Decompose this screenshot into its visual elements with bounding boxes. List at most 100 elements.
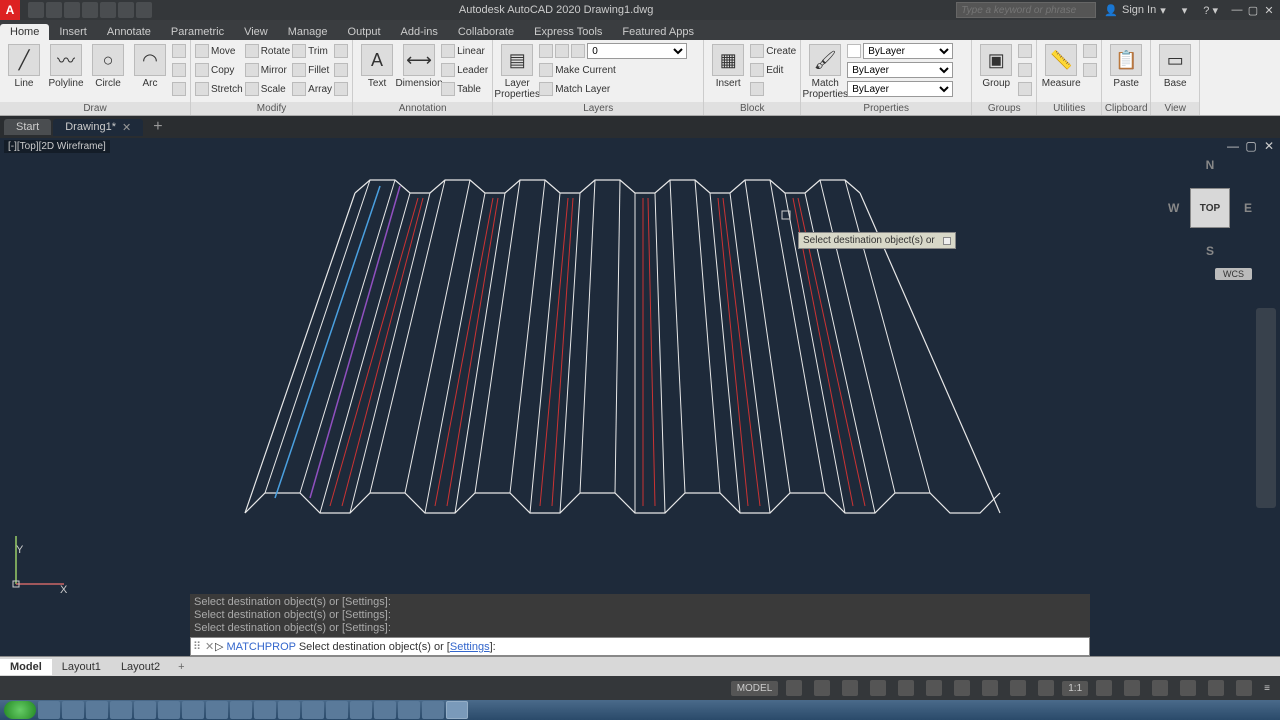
app-icon[interactable]: A xyxy=(0,0,20,20)
maximize-button[interactable]: ▢ xyxy=(1246,3,1260,17)
status-transparency-button[interactable] xyxy=(978,678,1002,698)
taskbar-chrome-icon[interactable] xyxy=(230,701,252,719)
tool-leader[interactable]: Leader xyxy=(441,61,488,79)
tool-text[interactable]: AText xyxy=(357,42,397,91)
command-line[interactable]: ⠿ ✕ ▷ MATCHPROP Select destination objec… xyxy=(190,637,1090,656)
tool-match-properties[interactable]: 🖌Match Properties xyxy=(805,42,845,102)
taskbar-onenote-icon[interactable] xyxy=(206,701,228,719)
tool-circle[interactable]: ○Circle xyxy=(88,42,128,91)
tool-match-layer[interactable]: Match Layer xyxy=(539,80,699,98)
tool-line[interactable]: ╱Line xyxy=(4,42,44,91)
tool-edit[interactable]: Edit xyxy=(750,61,796,79)
tool-group[interactable]: ▣Group xyxy=(976,42,1016,91)
tool-polyline[interactable]: 〰Polyline xyxy=(46,42,86,91)
tool-measure[interactable]: 📏Measure xyxy=(1041,42,1081,91)
tab-output[interactable]: Output xyxy=(338,24,391,40)
tab-insert[interactable]: Insert xyxy=(49,24,97,40)
tool-arc[interactable]: ◠Arc xyxy=(130,42,170,91)
tab-featuredapps[interactable]: Featured Apps xyxy=(612,24,704,40)
status-grid-button[interactable] xyxy=(782,678,806,698)
panel-draw-title[interactable]: Draw xyxy=(0,102,190,115)
tool-move[interactable]: Move xyxy=(195,42,243,60)
qat-new-icon[interactable] xyxy=(28,2,44,18)
taskbar-app5-icon[interactable] xyxy=(374,701,396,719)
lineweight-selector[interactable]: ByLayer xyxy=(847,62,953,78)
tool-stretch[interactable]: Stretch xyxy=(195,80,243,98)
status-scale-button[interactable]: 1:1 xyxy=(1062,681,1088,696)
tab-expresstools[interactable]: Express Tools xyxy=(524,24,612,40)
help-button[interactable]: ? ▾ xyxy=(1195,4,1226,17)
taskbar-firefox-icon[interactable] xyxy=(254,701,276,719)
taskbar-app4-icon[interactable] xyxy=(350,701,372,719)
tool-ungroup[interactable] xyxy=(1018,42,1032,60)
status-workspace-button[interactable] xyxy=(1092,678,1116,698)
close-tab-icon[interactable]: ✕ xyxy=(122,121,131,134)
tool-layer-properties[interactable]: ▤Layer Properties xyxy=(497,42,537,102)
panel-layers-title[interactable]: Layers xyxy=(493,102,703,115)
tool-create[interactable]: Create xyxy=(750,42,796,60)
tool-base[interactable]: ▭Base xyxy=(1155,42,1195,91)
tool-quick-calc[interactable] xyxy=(1083,61,1097,79)
tool-dimension[interactable]: ⟷Dimension xyxy=(399,42,439,91)
status-customize-button[interactable]: ≡ xyxy=(1260,681,1274,696)
tool-group-edit[interactable] xyxy=(1018,61,1032,79)
tool-block-attr[interactable] xyxy=(750,80,796,98)
tool-paste[interactable]: 📋Paste xyxy=(1106,42,1146,91)
taskbar-powerpoint-icon[interactable] xyxy=(134,701,156,719)
status-isolate-button[interactable] xyxy=(1204,678,1228,698)
tool-insert[interactable]: ▦Insert xyxy=(708,42,748,91)
tool-fillet[interactable]: Fillet xyxy=(292,61,332,79)
close-button[interactable]: ✕ xyxy=(1262,3,1276,17)
tool-trim[interactable]: Trim xyxy=(292,42,332,60)
cmd-close-icon[interactable]: ✕ xyxy=(205,640,214,653)
file-tab-start[interactable]: Start xyxy=(4,119,51,135)
tab-annotate[interactable]: Annotate xyxy=(97,24,161,40)
taskbar-ie-icon[interactable] xyxy=(38,701,60,719)
status-annomon-button[interactable] xyxy=(1120,678,1144,698)
file-tab-drawing1[interactable]: Drawing1* ✕ xyxy=(53,119,143,136)
taskbar-app6-icon[interactable] xyxy=(398,701,420,719)
status-units-button[interactable] xyxy=(1148,678,1172,698)
exchange-apps[interactable]: ▾ xyxy=(1174,4,1196,17)
panel-clipboard-title[interactable]: Clipboard xyxy=(1102,102,1150,115)
tool-group-select[interactable] xyxy=(1018,80,1032,98)
qat-undo-icon[interactable] xyxy=(118,2,134,18)
panel-block-title[interactable]: Block xyxy=(704,102,800,115)
tool-array[interactable]: Array xyxy=(292,80,332,98)
linetype-selector[interactable]: ByLayer xyxy=(847,81,953,97)
layout-tab-layout2[interactable]: Layout2 xyxy=(111,659,170,675)
cmd-drag-handle-icon[interactable]: ⠿ xyxy=(193,640,201,653)
color-swatch-icon[interactable] xyxy=(847,44,861,58)
taskbar-autocad-icon[interactable] xyxy=(446,701,468,719)
qat-save-icon[interactable] xyxy=(64,2,80,18)
status-polar-button[interactable] xyxy=(866,678,890,698)
status-osnap-button[interactable] xyxy=(922,678,946,698)
tab-collaborate[interactable]: Collaborate xyxy=(448,24,524,40)
panel-groups-title[interactable]: Groups xyxy=(972,102,1036,115)
infocenter-search[interactable] xyxy=(956,2,1096,18)
layout-tab-layout1[interactable]: Layout1 xyxy=(52,659,111,675)
status-isodraft-button[interactable] xyxy=(894,678,918,698)
status-model-button[interactable]: MODEL xyxy=(731,681,779,696)
status-quickprops-button[interactable] xyxy=(1176,678,1200,698)
qat-redo-icon[interactable] xyxy=(136,2,152,18)
layout-tab-model[interactable]: Model xyxy=(0,659,52,675)
status-cleanscreen-button[interactable] xyxy=(1232,678,1256,698)
tool-hatch[interactable] xyxy=(172,61,186,79)
status-lineweight-button[interactable] xyxy=(950,678,974,698)
taskbar-explorer-icon[interactable] xyxy=(62,701,84,719)
status-snap-button[interactable] xyxy=(810,678,834,698)
tool-linear[interactable]: Linear xyxy=(441,42,488,60)
tool-offset[interactable] xyxy=(334,80,348,98)
tab-addins[interactable]: Add-ins xyxy=(391,24,448,40)
qat-plot-icon[interactable] xyxy=(100,2,116,18)
tab-view[interactable]: View xyxy=(234,24,278,40)
drawing-canvas[interactable]: [-][Top][2D Wireframe] — ▢ ✕ N S E W TOP… xyxy=(0,138,1280,656)
layer-selector[interactable]: 0 xyxy=(587,43,687,59)
add-layout-button[interactable]: + xyxy=(170,661,192,673)
panel-properties-title[interactable]: Properties xyxy=(801,102,971,115)
tool-make-current[interactable]: Make Current xyxy=(539,61,699,79)
tool-explode[interactable] xyxy=(334,61,348,79)
qat-saveas-icon[interactable] xyxy=(82,2,98,18)
tool-rotate[interactable]: Rotate xyxy=(245,42,290,60)
